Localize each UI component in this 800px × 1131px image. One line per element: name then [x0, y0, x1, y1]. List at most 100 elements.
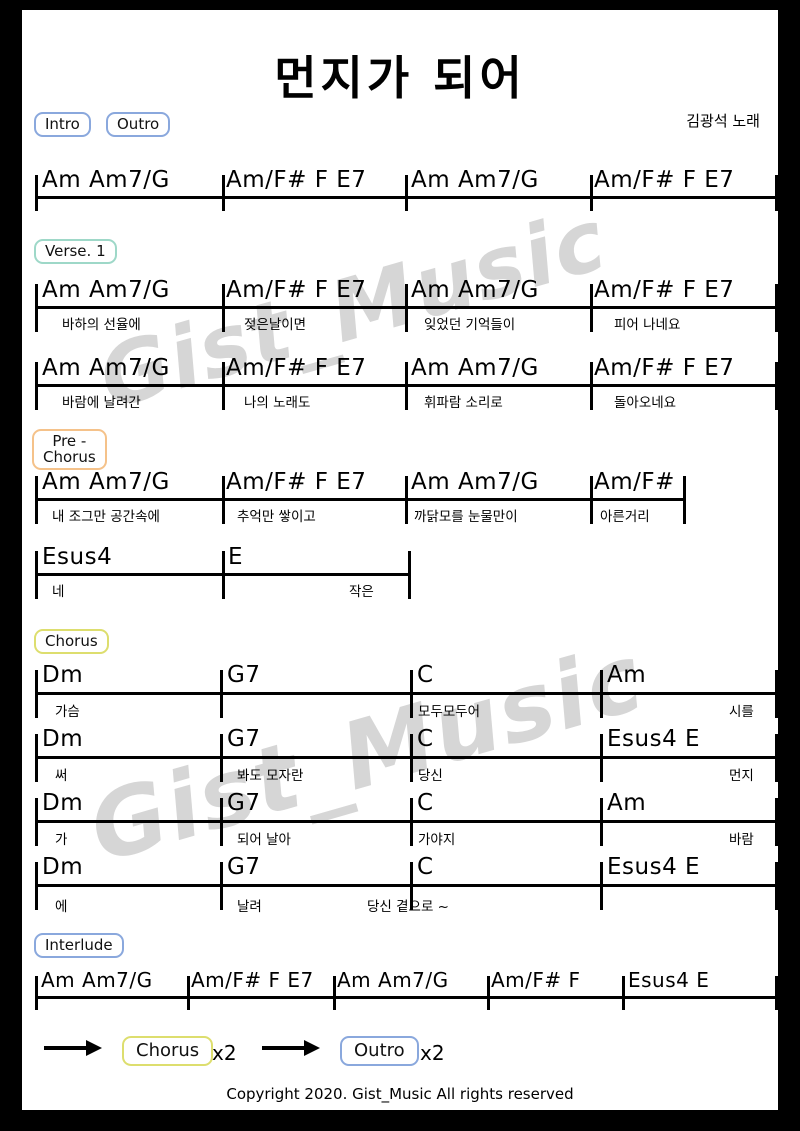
chord-label: Dm	[42, 662, 84, 688]
lyric-text: 바람	[729, 832, 754, 848]
chord-label: Am Am7/G	[411, 277, 539, 303]
lyric-text: 추억만 쌓이고	[237, 509, 316, 525]
staff-line	[35, 756, 777, 759]
lyric-text: 잊었던 기억들이	[424, 317, 516, 333]
bar-line	[487, 976, 490, 1010]
chord-label: Esus4 E	[607, 854, 701, 880]
bar-line	[35, 976, 38, 1010]
copyright-notice: Copyright 2020. Gist_Music All rights re…	[226, 1085, 574, 1103]
lyric-text: 까닭모를 눈물만이	[414, 509, 518, 525]
bar-line	[35, 551, 38, 599]
lyric-text: 당신	[418, 768, 443, 784]
chord-label: Am Am7/G	[411, 355, 539, 381]
lyric-text: 바람에 날려간	[62, 395, 141, 411]
sheet-page: Gist_Music Gist_Music 먼지가 되어 김광석 노래 Intr…	[22, 10, 778, 1110]
lyric-text: 시를	[729, 704, 754, 720]
chord-label: Am Am7/G	[42, 469, 170, 495]
bar-line	[775, 862, 778, 910]
lyric-text: 먼지	[729, 768, 754, 784]
bar-line	[622, 976, 625, 1010]
arrow-right-icon	[44, 1040, 104, 1056]
bar-line	[600, 734, 603, 782]
chord-label: Am/F# F E7	[191, 968, 314, 992]
chord-label: Esus4 E	[607, 726, 701, 752]
bar-line	[35, 670, 38, 718]
bar-line	[220, 862, 223, 910]
bar-line	[222, 175, 225, 211]
bar-line	[35, 734, 38, 782]
chord-label: Esus4	[42, 544, 113, 570]
bar-line	[408, 551, 411, 599]
bar-line	[222, 476, 225, 524]
lyric-text: 피어 나네요	[614, 317, 681, 333]
chord-label: Am Am7/G	[41, 968, 153, 992]
bar-line	[600, 798, 603, 846]
bar-line	[405, 284, 408, 332]
repeat-chip-outro[interactable]: Outro	[340, 1036, 419, 1067]
artist-credit: 김광석 노래	[686, 112, 760, 130]
lyric-text: 가슴	[55, 704, 80, 720]
staff-line	[35, 884, 777, 887]
lyric-text: 날려	[237, 899, 262, 915]
bar-line	[220, 798, 223, 846]
chord-label: G7	[227, 854, 261, 880]
chord-label: Am/F# F	[491, 968, 581, 992]
lyric-text: 당신 곁으로 ~	[367, 899, 449, 915]
bar-line	[220, 734, 223, 782]
bar-line	[775, 670, 778, 718]
staff-line	[35, 498, 685, 501]
chord-label: Am/F# F E7	[226, 355, 367, 381]
bar-line	[35, 798, 38, 846]
bar-line	[600, 862, 603, 910]
bar-line	[410, 670, 413, 718]
lyric-text: 가	[55, 832, 68, 848]
section-label-intro[interactable]: Intro	[34, 112, 91, 138]
chord-label: C	[417, 662, 434, 688]
chord-label: Am Am7/G	[411, 167, 539, 193]
section-label-verse-1[interactable]: Verse. 1	[34, 239, 117, 265]
lyric-text: 네	[52, 584, 65, 600]
chord-label: Am/F# F E7	[226, 277, 367, 303]
bar-line	[35, 362, 38, 410]
chord-label: Am Am7/G	[42, 277, 170, 303]
section-label-interlude[interactable]: Interlude	[34, 933, 124, 959]
section-label-pre-chorus[interactable]: Pre - Chorus	[32, 429, 107, 471]
staff-line	[35, 820, 777, 823]
bar-line	[220, 670, 223, 718]
chord-label: E	[228, 544, 244, 570]
arrow-right-icon	[262, 1040, 322, 1056]
chord-label: Dm	[42, 726, 84, 752]
chord-label: Esus4 E	[628, 968, 710, 992]
repeat-count-outro: x2	[420, 1041, 445, 1065]
chord-label: Am Am7/G	[42, 167, 170, 193]
lyric-text: 나의 노래도	[244, 395, 311, 411]
repeat-chip-chorus[interactable]: Chorus	[122, 1036, 214, 1067]
section-label-chorus[interactable]: Chorus	[34, 629, 109, 655]
bar-line	[35, 862, 38, 910]
bar-line	[600, 670, 603, 718]
lyric-text: 써	[55, 768, 68, 784]
chord-label: Am/F# F E7	[594, 355, 735, 381]
bar-line	[35, 284, 38, 332]
bar-line	[590, 476, 593, 524]
lyric-text: 에	[55, 899, 68, 915]
bar-line	[405, 175, 408, 211]
bar-line	[775, 362, 778, 410]
chord-label: Am/F# F E7	[594, 167, 735, 193]
lyric-text: 휘파람 소리로	[424, 395, 503, 411]
chord-label: Am/F#	[594, 469, 675, 495]
bar-line	[590, 362, 593, 410]
lyric-text: 모두모두어	[418, 704, 481, 720]
chord-label: G7	[227, 726, 261, 752]
bar-line	[187, 976, 190, 1010]
bar-line	[775, 798, 778, 846]
section-label-outro[interactable]: Outro	[106, 112, 171, 138]
lyric-text: 봐도 모자란	[237, 768, 304, 784]
bar-line	[222, 284, 225, 332]
lyric-text: 젖은날이면	[244, 317, 307, 333]
chord-label: Am	[607, 790, 647, 816]
chord-label: Am Am7/G	[411, 469, 539, 495]
chord-label: C	[417, 854, 434, 880]
chord-label: G7	[227, 662, 261, 688]
bar-line	[222, 362, 225, 410]
